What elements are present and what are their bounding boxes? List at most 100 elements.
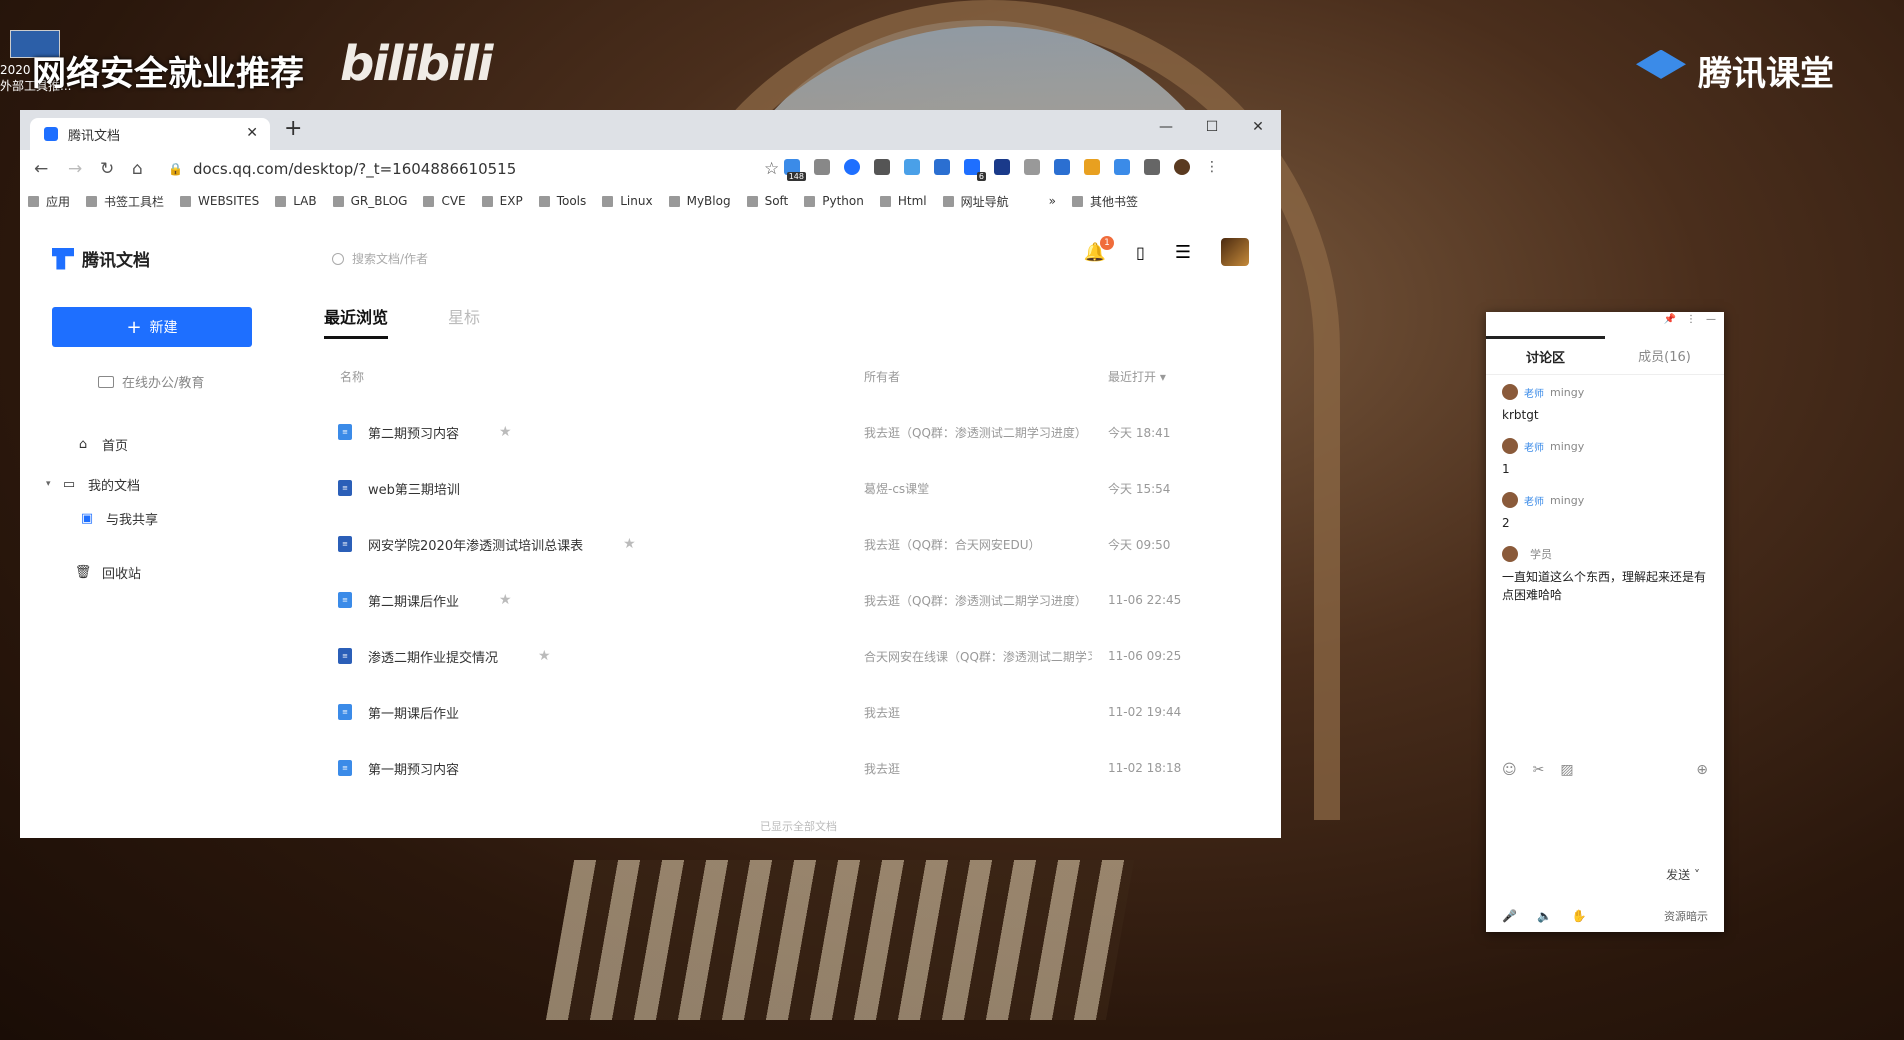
tab-starred[interactable]: 星标: [448, 304, 480, 339]
tab-discussion[interactable]: 讨论区: [1486, 336, 1605, 374]
doc-tabs: 最近浏览 星标: [324, 304, 480, 339]
bookmark-item[interactable]: LAB: [275, 194, 317, 208]
bookmark-item[interactable]: »: [1049, 194, 1056, 208]
sidebar-item-my-docs[interactable]: ▾ ▭ 我的文档: [46, 472, 158, 496]
resources-label[interactable]: 资源暗示: [1664, 908, 1708, 924]
extension-icon[interactable]: [814, 159, 830, 175]
browser-menu-icon[interactable]: ⋮: [1204, 159, 1220, 175]
panel-controls: 📌 ⋮ —: [1664, 314, 1716, 325]
bookmark-item[interactable]: Tools: [538, 194, 586, 208]
profile-icon[interactable]: [1174, 159, 1190, 175]
extension-icon[interactable]: 148: [784, 159, 806, 181]
image-icon[interactable]: ▨: [1560, 762, 1573, 778]
search-input[interactable]: 搜索文档/作者: [332, 250, 428, 267]
new-document-button[interactable]: + 新建: [52, 307, 252, 347]
star-icon[interactable]: ★: [499, 424, 512, 440]
extension-icon[interactable]: [994, 159, 1010, 175]
docs-logo[interactable]: 腾讯文档: [52, 246, 150, 271]
bookmark-item[interactable]: EXP: [481, 194, 523, 208]
tab-close-icon[interactable]: ✕: [246, 125, 258, 141]
bookmark-item[interactable]: MyBlog: [668, 194, 731, 208]
folder-icon: [746, 195, 758, 207]
minimize-icon[interactable]: —: [1706, 314, 1716, 325]
settings-icon[interactable]: ⊕: [1696, 762, 1708, 778]
bookmark-item[interactable]: 应用: [28, 193, 70, 210]
microphone-icon[interactable]: 🎤: [1502, 909, 1517, 923]
bookmark-item[interactable]: Python: [804, 194, 864, 208]
table-row[interactable]: ≡ 渗透二期作业提交情况 ★ 合天网安在线课（QQ群：渗透测试二期学习进度） 11-06…: [338, 628, 1218, 684]
star-icon[interactable]: ★: [623, 536, 636, 552]
extension-icon[interactable]: [1054, 159, 1070, 175]
extension-icon[interactable]: 6: [964, 159, 986, 181]
avatar[interactable]: [1221, 238, 1249, 266]
scissors-icon[interactable]: ✂: [1533, 762, 1545, 778]
maximize-icon[interactable]: ☐: [1189, 110, 1235, 144]
message-list: 老师 mingy krbtgt 老师 mingy 1 老师 mingy 2 学员 一直知道这么个东西…: [1502, 384, 1712, 618]
emoji-icon[interactable]: ☺: [1502, 762, 1517, 778]
url-input[interactable]: 🔒 docs.qq.com/desktop/?_t=1604886610515: [168, 154, 788, 184]
bookmark-item[interactable]: Linux: [602, 194, 653, 208]
message-author: 学员: [1502, 546, 1712, 562]
bookmark-label: GR_BLOG: [350, 194, 408, 208]
bookmark-item[interactable]: 网址导航: [942, 193, 1009, 210]
extension-gear-icon[interactable]: [874, 159, 890, 175]
pin-icon[interactable]: 📌: [1664, 314, 1676, 325]
tab-recent[interactable]: 最近浏览: [324, 304, 389, 339]
bookmark-item[interactable]: Html: [879, 194, 927, 208]
extension-icon[interactable]: [1114, 159, 1130, 175]
bookmark-label: 其他书签: [1090, 194, 1139, 209]
document-owner: 我去逛: [864, 705, 901, 720]
home-icon[interactable]: ⌂: [132, 159, 143, 179]
hand-icon[interactable]: ✋: [1572, 909, 1587, 923]
bookmarks-bar: 应用 书签工具栏 WEBSITES LAB GR_BLOG CVE EXP Tools Linu…: [20, 188, 1281, 214]
folder-icon: [86, 195, 98, 207]
bell-icon[interactable]: 🔔 1: [1084, 235, 1115, 263]
table-row[interactable]: ≡ 第一期课后作业 我去逛 11-02 19:44: [338, 684, 1218, 740]
extensions-puzzle-icon[interactable]: [1144, 159, 1160, 175]
sidebar-item-shared[interactable]: ▣ 与我共享: [46, 506, 158, 530]
bookmark-star-icon[interactable]: ☆: [764, 159, 779, 179]
docs-favicon-icon: [44, 127, 58, 141]
chat-message: 学员一直知道这么个东西，理解起来还是有点困难哈哈: [1502, 546, 1712, 604]
table-row[interactable]: ≡ 网安学院2020年渗透测试培训总课表 ★ 我去逛（QQ群：合天网安EDU） 今天 0…: [338, 516, 1218, 572]
chat-message: 老师 mingy 2: [1502, 492, 1712, 532]
table-row[interactable]: ≡ 第二期预习内容 ★ 我去逛（QQ群：渗透测试二期学习进度） 今天 18:41: [338, 404, 1218, 460]
extension-bolt-icon[interactable]: [1084, 159, 1100, 175]
star-icon[interactable]: ★: [499, 592, 512, 608]
online-office-link[interactable]: 在线办公/教育: [98, 372, 204, 391]
back-icon[interactable]: ←: [34, 159, 48, 179]
sidebar-item-label: 与我共享: [106, 512, 159, 528]
minimize-icon[interactable]: —: [1143, 110, 1189, 144]
browser-tab[interactable]: 腾讯文档 ✕: [30, 118, 270, 150]
send-button[interactable]: 发送 ˅: [1666, 866, 1700, 883]
extension-icon[interactable]: [844, 159, 860, 175]
forward-icon[interactable]: →: [68, 159, 82, 179]
star-icon[interactable]: ★: [538, 648, 551, 664]
table-row[interactable]: ≡ 第二期课后作业 ★ 我去逛（QQ群：渗透测试二期学习进度） 11-06 22:45: [338, 572, 1218, 628]
new-tab-icon[interactable]: +: [284, 116, 302, 141]
sidebar-item-trash[interactable]: 🗑 回收站: [46, 560, 158, 584]
more-icon[interactable]: ⋮: [1686, 314, 1696, 325]
extension-wifi-icon[interactable]: [904, 159, 920, 175]
tab-members[interactable]: 成员(16): [1605, 336, 1724, 374]
bookmark-item[interactable]: CVE: [423, 194, 466, 208]
extension-icon[interactable]: [1024, 159, 1040, 175]
bilibili-logo: bilibili: [340, 36, 493, 92]
table-row[interactable]: ≡ 第一期预习内容 我去逛 11-02 18:18: [338, 740, 1218, 796]
close-window-icon[interactable]: ✕: [1235, 110, 1281, 144]
bookmark-item[interactable]: WEBSITES: [180, 194, 259, 208]
tablet-icon[interactable]: ▯: [1136, 243, 1145, 262]
menu-icon[interactable]: ☰: [1175, 242, 1191, 263]
extension-translate-icon[interactable]: [934, 159, 950, 175]
bookmark-item[interactable]: 书签工具栏: [86, 193, 164, 210]
sidebar-item-home[interactable]: ⌂ 首页: [46, 432, 158, 456]
bookmark-item[interactable]: Soft: [746, 194, 788, 208]
bookmark-item[interactable]: 其他书签: [1072, 193, 1138, 210]
message-text: 一直知道这么个东西，理解起来还是有点困难哈哈: [1502, 570, 1707, 602]
column-header-opened[interactable]: 最近打开 ▾: [1108, 368, 1166, 385]
caret-down-icon[interactable]: ▾: [46, 479, 62, 489]
reload-icon[interactable]: ↻: [100, 159, 114, 179]
speaker-icon[interactable]: 🔈: [1537, 909, 1552, 923]
bookmark-item[interactable]: GR_BLOG: [332, 194, 408, 208]
table-row[interactable]: ≡ web第三期培训 葛煜-cs课堂 今天 15:54: [338, 460, 1218, 516]
